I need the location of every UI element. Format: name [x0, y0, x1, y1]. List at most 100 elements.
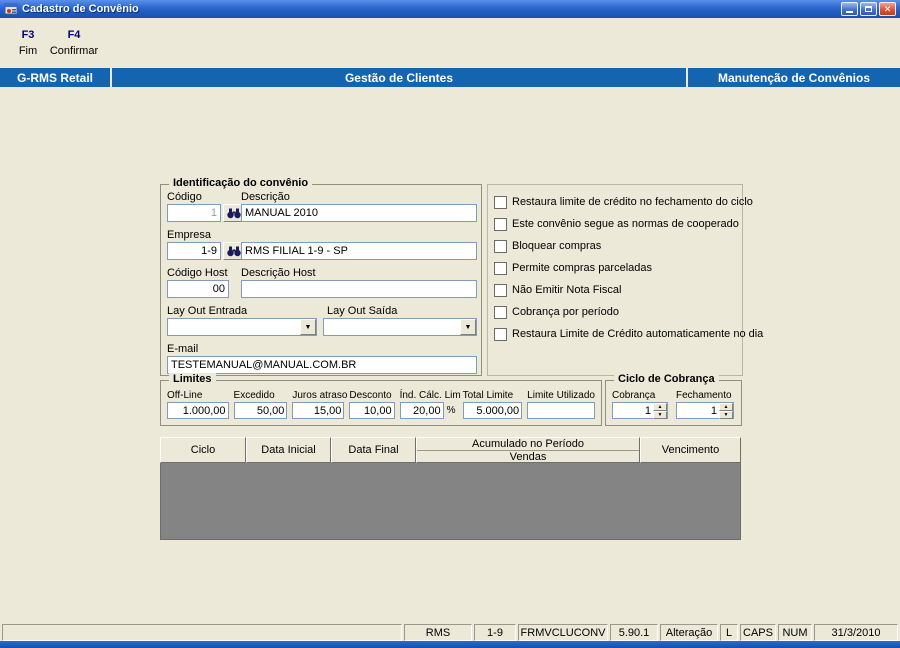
compras-parceladas-checkbox[interactable]: [494, 261, 507, 275]
total-limite-label: Total Limite: [462, 390, 514, 401]
option-row: Permite compras parceladas: [494, 261, 736, 275]
status-version: 5.90.1: [610, 624, 658, 641]
fechamento-label: Fechamento: [676, 390, 732, 401]
offline-field: Off-Line: [167, 390, 229, 419]
col-data-final: Data Final: [331, 437, 416, 463]
spin-down-icon[interactable]: ▼: [653, 411, 667, 419]
chevron-down-icon[interactable]: ▼: [300, 319, 316, 335]
layout-saida-select[interactable]: ▼: [323, 318, 477, 336]
status-empresa: 1-9: [474, 624, 516, 641]
close-button[interactable]: ✕: [879, 2, 896, 16]
confirmar-label: Confirmar: [49, 45, 99, 57]
codigo-host-label: Código Host: [167, 267, 228, 279]
ind-calc-lim-label: Índ. Cálc. Lim: [399, 390, 461, 401]
offline-input[interactable]: [167, 402, 229, 419]
empresa-descricao-input[interactable]: [241, 242, 477, 260]
option-row: Restaura limite de crédito no fechamento…: [494, 195, 753, 209]
excedido-field: Excedido: [233, 390, 288, 419]
status-caps: CAPS: [740, 624, 776, 641]
desconto-input[interactable]: [349, 402, 395, 419]
restaura-limite-ciclo-checkbox[interactable]: [494, 195, 507, 209]
spin-up-icon[interactable]: ▲: [719, 403, 733, 411]
email-input[interactable]: [167, 356, 477, 374]
col-ciclo: Ciclo: [160, 437, 246, 463]
fechamento-spinner: ▲ ▼: [676, 402, 734, 420]
toolbar: F3 Fim F4 Confirmar: [0, 18, 900, 66]
titlebar: Cadastro de Convênio ✕: [0, 0, 900, 18]
brand-label: G-RMS Retail: [0, 68, 110, 87]
confirmar-button[interactable]: F4 Confirmar: [46, 29, 102, 57]
status-num: NUM: [778, 624, 812, 641]
codigo-label: Código: [167, 191, 202, 203]
ciclo-cobranca-group-title: Ciclo de Cobrança: [614, 373, 719, 385]
col-acumulado-top: Acumulado no Período: [417, 438, 639, 451]
app-window: Cadastro de Convênio ✕ F3 Fim F4 Confirm…: [0, 0, 900, 648]
ind-calc-lim-input[interactable]: [399, 402, 444, 419]
cobranca-spinner: ▲ ▼: [612, 402, 668, 420]
window-controls: ✕: [841, 2, 896, 16]
codigo-host-input[interactable]: [167, 280, 229, 298]
spin-down-icon[interactable]: ▼: [719, 411, 733, 419]
restore-icon: [865, 6, 872, 12]
restaura-limite-dia-checkbox[interactable]: [494, 327, 507, 341]
table-body: [160, 463, 741, 540]
ciclos-table: Ciclo Data Inicial Data Final Acumulado …: [160, 437, 741, 540]
checkbox-label: Restaura limite de crédito no fechamento…: [512, 196, 753, 208]
empresa-input[interactable]: [167, 242, 221, 260]
table-header-row: Ciclo Data Inicial Data Final Acumulado …: [160, 437, 741, 463]
chevron-down-icon[interactable]: ▼: [460, 319, 476, 335]
fim-button[interactable]: F3 Fim: [8, 29, 48, 57]
minimize-button[interactable]: [841, 2, 858, 16]
nao-emitir-nf-checkbox[interactable]: [494, 283, 507, 297]
module-title: Gestão de Clientes: [112, 68, 686, 87]
checkbox-label: Restaura Limite de Crédito automaticamen…: [512, 328, 764, 340]
status-date: 31/3/2010: [814, 624, 898, 641]
fim-label: Fim: [18, 45, 38, 57]
descricao-host-input[interactable]: [241, 280, 477, 298]
layout-entrada-select[interactable]: ▼: [167, 318, 317, 336]
excedido-label: Excedido: [233, 390, 275, 401]
excedido-input[interactable]: [233, 402, 288, 419]
layout-entrada-value: [167, 318, 317, 336]
status-form-name: FRMVCLUCONV: [518, 624, 608, 641]
juros-atraso-input[interactable]: [292, 402, 345, 419]
status-panel-empty: [2, 624, 402, 641]
app-icon: [4, 2, 18, 16]
spin-up-icon[interactable]: ▲: [653, 403, 667, 411]
juros-atraso-label: Juros atraso: [292, 390, 348, 401]
total-limite-field: Total Limite: [462, 390, 523, 419]
email-label: E-mail: [167, 343, 199, 355]
minimize-icon: [846, 11, 853, 13]
bloquear-compras-checkbox[interactable]: [494, 239, 507, 253]
layout-entrada-label: Lay Out Entrada: [167, 305, 248, 317]
checkbox-label: Este convênio segue as normas de coopera…: [512, 218, 739, 230]
descricao-input[interactable]: [241, 204, 477, 222]
window-title: Cadastro de Convênio: [22, 3, 139, 15]
layout-saida-label: Lay Out Saída: [327, 305, 398, 317]
restore-button[interactable]: [860, 2, 877, 16]
limite-utilizado-input[interactable]: [527, 402, 595, 419]
option-row: Bloquear compras: [494, 239, 736, 253]
ciclo-cobranca-group: Ciclo de Cobrança Cobrança ▲ ▼ Fechament…: [605, 373, 742, 426]
option-row: Este convênio segue as normas de coopera…: [494, 217, 739, 231]
offline-label: Off-Line: [167, 390, 203, 401]
limite-utilizado-label: Limite Utilizado: [527, 390, 595, 401]
empresa-label: Empresa: [167, 229, 212, 241]
cobranca-field: Cobrança ▲ ▼: [612, 390, 668, 420]
checkbox-label: Não Emitir Nota Fiscal: [512, 284, 622, 296]
status-l-flag: L: [720, 624, 738, 641]
screen-title: Manutenção de Convênios: [688, 68, 900, 87]
codigo-input[interactable]: [167, 204, 221, 222]
binoculars-icon: [226, 208, 241, 219]
status-system: RMS: [404, 624, 472, 641]
options-panel: Restaura limite de crédito no fechamento…: [487, 184, 763, 376]
fim-key-label: F3: [21, 29, 35, 41]
normas-cooperado-checkbox[interactable]: [494, 217, 507, 231]
cobranca-periodo-checkbox[interactable]: [494, 305, 507, 319]
identificacao-group: Identificação do convênio Código Descriç…: [160, 177, 482, 376]
col-vencimento: Vencimento: [640, 437, 741, 463]
limites-group-title: Limites: [169, 373, 216, 385]
descricao-host-label: Descrição Host: [241, 267, 316, 279]
col-acumulado-vendas: Vendas: [509, 450, 547, 463]
total-limite-input[interactable]: [462, 402, 523, 419]
